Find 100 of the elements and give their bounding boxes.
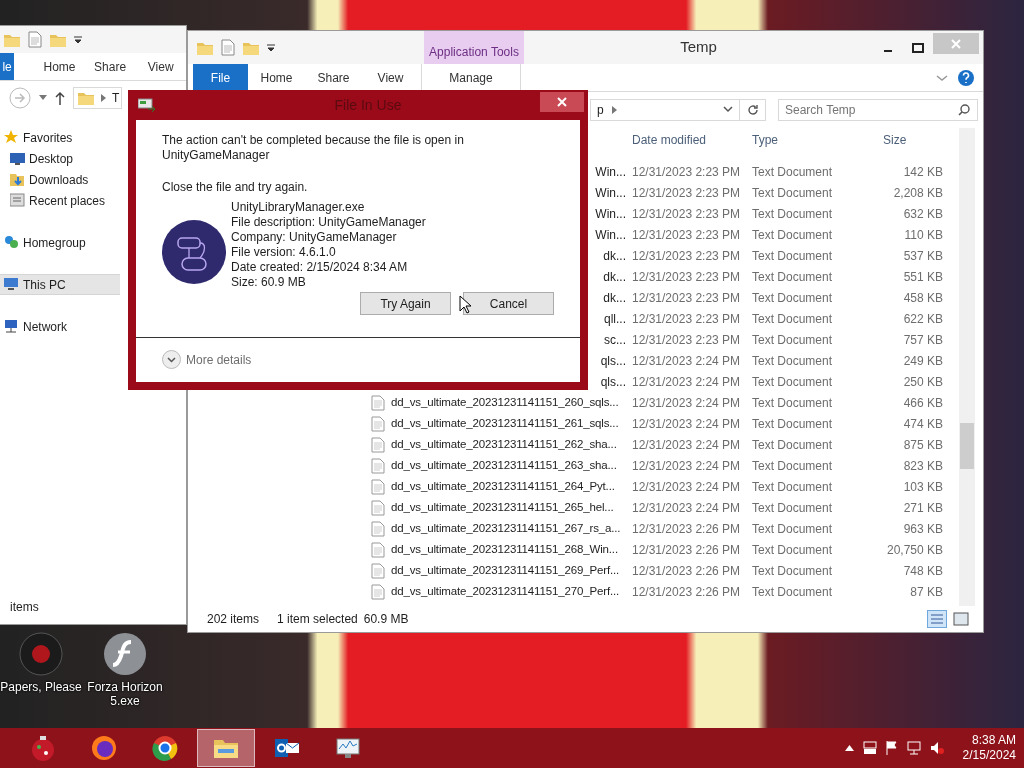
instruction-text: Close the file and try again. bbox=[162, 179, 309, 196]
device-icon[interactable] bbox=[862, 741, 877, 755]
file-name: dd_vs_ultimate_20231231141151_264_Pyt... bbox=[391, 478, 615, 494]
table-cell-text: Text Document bbox=[752, 184, 834, 202]
table-cell-text: 12/31/2023 2:26 PM bbox=[632, 541, 742, 559]
dropdown-icon[interactable] bbox=[723, 106, 733, 114]
nav-item[interactable]: Favorites bbox=[0, 127, 73, 148]
muted-speaker-icon[interactable] bbox=[929, 741, 944, 755]
file-name: dd_vs_ultimate_20231231141151_269_Perf... bbox=[391, 562, 620, 578]
context-tab-label: Application Tools bbox=[424, 31, 524, 64]
table-cell-text: 823 KB bbox=[902, 457, 943, 475]
up-arrow-icon[interactable] bbox=[55, 91, 65, 105]
scroll-thumb[interactable] bbox=[960, 423, 974, 469]
table-cell-text: 622 KB bbox=[902, 310, 943, 328]
file-name: Win... bbox=[595, 205, 626, 223]
table-cell-text: 748 KB bbox=[902, 562, 943, 580]
star-icon bbox=[4, 130, 19, 145]
clock[interactable]: 8:38 AM 2/15/2024 bbox=[952, 733, 1024, 763]
table-cell-text: 250 KB bbox=[902, 373, 943, 391]
table-cell-text: 110 KB bbox=[903, 226, 943, 244]
text-file-icon bbox=[371, 499, 385, 516]
file-detail-text: Company: UnityGameManager bbox=[231, 230, 398, 245]
fox-browser-icon bbox=[90, 734, 118, 762]
dialog-button[interactable]: Cancel bbox=[463, 292, 554, 315]
address-field[interactable]: p bbox=[590, 99, 740, 121]
table-cell-text: 20,750 KB bbox=[885, 541, 943, 559]
maximize-icon[interactable] bbox=[912, 42, 924, 53]
file-name: qls... bbox=[600, 373, 626, 391]
search-field[interactable]: Search Temp bbox=[778, 99, 978, 121]
table-cell-text: 12/31/2023 2:24 PM bbox=[632, 373, 742, 391]
address-field[interactable]: T bbox=[73, 87, 122, 109]
table-cell-text: Text Document bbox=[752, 583, 834, 601]
table-cell-text: 103 KB bbox=[902, 478, 943, 496]
file-name: sc... bbox=[604, 331, 626, 349]
ornament-icon bbox=[29, 734, 57, 762]
nav-item[interactable]: Downloads bbox=[0, 169, 89, 190]
file-name: dd_vs_ultimate_20231231141151_267_rs_a... bbox=[391, 520, 621, 536]
table-cell-text: Text Document bbox=[752, 268, 834, 286]
flag-icon[interactable] bbox=[885, 741, 898, 755]
ribbon-tab[interactable]: View bbox=[362, 64, 419, 91]
document-icon bbox=[10, 193, 25, 208]
game-icon bbox=[19, 632, 63, 676]
column-header[interactable]: Size bbox=[877, 131, 949, 149]
table-cell-text: 551 KB bbox=[902, 268, 943, 286]
column-header[interactable]: Date modified bbox=[632, 131, 752, 149]
close-button[interactable] bbox=[540, 92, 584, 112]
caret-down-icon[interactable] bbox=[266, 42, 276, 53]
scrollbar[interactable] bbox=[959, 128, 975, 606]
monitor-icon bbox=[4, 277, 19, 292]
caret-down-icon[interactable] bbox=[73, 34, 83, 45]
nav-item[interactable]: Homegroup bbox=[0, 232, 86, 253]
table-cell-text: 458 KB bbox=[902, 289, 943, 307]
address-text: T bbox=[112, 90, 120, 107]
table-cell-text: Text Document bbox=[752, 499, 834, 517]
table-cell-text: 271 KB bbox=[902, 499, 943, 517]
network-icon[interactable] bbox=[906, 741, 921, 755]
nav-item[interactable]: This PC bbox=[0, 274, 120, 295]
more-details-toggle[interactable]: More details bbox=[162, 350, 252, 369]
nav-item[interactable]: Recent places bbox=[0, 190, 106, 211]
table-cell-text: 12/31/2023 2:23 PM bbox=[632, 205, 742, 223]
file-name: dk... bbox=[603, 268, 626, 286]
icon-label[interactable]: Papers, Please bbox=[0, 680, 82, 694]
table-cell-text: 757 KB bbox=[902, 331, 943, 349]
file-name: dd_vs_ultimate_20231231141151_261_sqls... bbox=[391, 415, 619, 431]
message-text: The action can't be completed because the file is open in UnityGameManager bbox=[162, 133, 465, 163]
table-cell-text: Text Document bbox=[752, 163, 834, 181]
nav-item[interactable]: Network bbox=[0, 316, 67, 337]
icon-label[interactable]: Forza Horizon 5.exe bbox=[84, 680, 166, 708]
table-cell-text: Text Document bbox=[752, 373, 834, 391]
refresh-button[interactable] bbox=[740, 99, 766, 121]
network-icon bbox=[4, 319, 19, 334]
chevron-right-icon bbox=[101, 94, 106, 102]
ribbon-tab[interactable]: File bbox=[193, 64, 248, 91]
text-file-icon bbox=[371, 457, 385, 474]
ribbon-tab[interactable]: Share bbox=[84, 53, 136, 80]
table-cell-text: Text Document bbox=[752, 205, 834, 223]
chevron-down-icon bbox=[162, 350, 181, 369]
file-name: Win... bbox=[595, 163, 626, 181]
table-cell-text: Text Document bbox=[752, 289, 834, 307]
flash-icon bbox=[103, 632, 147, 676]
table-cell-text: Text Document bbox=[752, 310, 834, 328]
dialog-button[interactable]: Try Again bbox=[360, 292, 451, 315]
ribbon-tab[interactable]: Home bbox=[248, 64, 305, 91]
table-cell-text: Text Document bbox=[752, 226, 834, 244]
ribbon-tab[interactable]: Home bbox=[34, 53, 85, 80]
ribbon-tab[interactable]: View bbox=[135, 53, 186, 80]
table-cell-text: 12/31/2023 2:24 PM bbox=[632, 499, 742, 517]
text-file-icon bbox=[371, 583, 385, 600]
column-header[interactable]: Type bbox=[752, 131, 877, 149]
table-cell-text: 963 KB bbox=[902, 520, 943, 538]
file-name: dd_vs_ultimate_20231231141151_263_sha... bbox=[391, 457, 617, 473]
table-cell-text: 249 KB bbox=[902, 352, 943, 370]
file-name: qls... bbox=[600, 352, 626, 370]
nav-item[interactable]: Desktop bbox=[0, 148, 74, 169]
table-cell-text: 12/31/2023 2:24 PM bbox=[632, 457, 742, 475]
table-cell-text: Text Document bbox=[752, 541, 834, 559]
ribbon-tab[interactable]: Share bbox=[305, 64, 362, 91]
search-icon[interactable] bbox=[958, 104, 970, 116]
refresh-icon bbox=[746, 104, 759, 116]
chevron-up-icon[interactable] bbox=[844, 745, 854, 751]
